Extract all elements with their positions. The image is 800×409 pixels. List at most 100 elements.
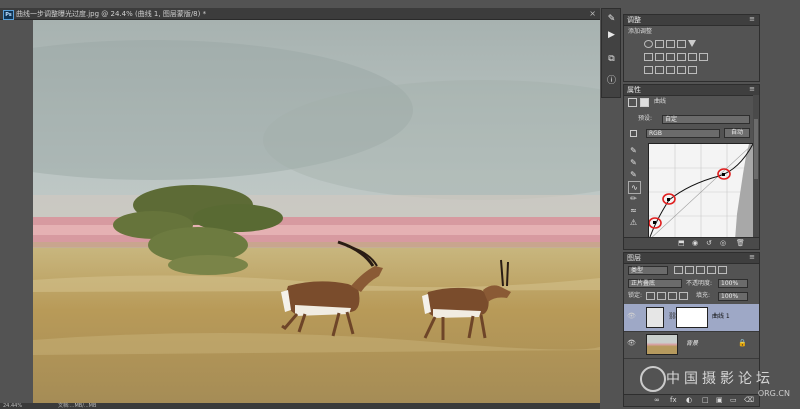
layers-comp-icon[interactable]: ⧉ [605,53,618,66]
fx-icon[interactable]: fx [670,395,677,406]
play-action-icon[interactable]: ▶ [605,29,618,42]
color-lookup-icon[interactable] [699,53,708,61]
brightness-icon[interactable] [644,40,653,48]
zoom-readout[interactable]: 24.44% [3,403,22,409]
new-adjustment-icon[interactable]: □ [702,395,709,406]
gradient-map-icon[interactable] [688,66,697,74]
link-layers-icon[interactable]: ∞ [654,395,660,406]
adjustment-icons-row-2 [644,53,710,63]
delete-icon[interactable]: 🗑 [736,238,745,249]
auto-button[interactable]: 自动 [724,128,750,138]
selective-color-icon[interactable] [677,66,686,74]
visibility-icon[interactable]: ◎ [720,238,726,249]
layer-row-background[interactable]: 👁 背景 🔒 [624,331,759,359]
properties-title: 曲线 [654,98,667,105]
preset-label: 预设: [638,115,653,122]
photo-filter-icon[interactable] [677,53,686,61]
visibility-eye-icon[interactable]: 👁 [627,339,636,347]
lock-paint-icon[interactable] [657,292,666,300]
lock-move-icon[interactable] [668,292,677,300]
channel-mixer-icon[interactable] [688,53,697,61]
curve-point-highlights[interactable] [722,173,725,176]
levels-icon[interactable] [655,40,664,48]
hue-saturation-icon[interactable] [644,53,653,61]
curve-graph-svg [649,144,753,240]
close-icon[interactable]: × [589,8,596,19]
black-white-icon[interactable] [666,53,675,61]
black-eyedropper-icon[interactable]: ✎ [628,145,639,156]
reset-icon[interactable]: ↺ [706,238,712,249]
color-balance-icon[interactable] [655,53,664,61]
filter-pixel-icon[interactable] [674,266,683,274]
posterize-icon[interactable] [655,66,664,74]
gray-eyedropper-icon[interactable]: ✎ [628,157,639,168]
properties-scrollbar[interactable] [753,95,759,249]
curve-graph[interactable] [648,143,754,241]
properties-tab-label: 属性 [627,86,641,94]
lock-icons [646,292,690,302]
layer-mask-thumbnail[interactable] [676,307,708,328]
history-icon[interactable]: ✎ [605,13,618,26]
opacity-label: 不透明度: [686,280,713,287]
watermark-url: ORG.CN [757,389,790,398]
properties-bottom-bar: ⬒ ◉ ↺ ◎ 🗑 [624,237,759,249]
curve-point-shadows[interactable] [653,221,656,224]
info-icon[interactable]: ⓘ [605,75,618,88]
opacity-input[interactable]: 100% [718,279,748,288]
background-layer-thumbnail [646,334,678,355]
channel-select[interactable]: RGB [646,129,720,138]
clipping-warning-icon[interactable]: ⚠ [628,217,639,228]
fill-input[interactable]: 100% [718,292,748,301]
mask-icon[interactable] [640,98,649,107]
view-previous-icon[interactable]: ◉ [692,238,698,249]
curve-point-midtones[interactable] [667,198,670,201]
filter-adjustment-icon[interactable] [685,266,694,274]
layer-name[interactable]: 背景 [686,339,698,349]
adjustments-tab[interactable]: 调整 ≡ [624,15,759,26]
lock-icon: 🔒 [738,339,747,347]
document-tab[interactable]: Ps 曲线一步调整曝光过度.jpg @ 24.4% (曲线 1, 图层蒙版/8)… [0,8,600,20]
pencil-draw-icon[interactable]: ✏ [628,193,639,204]
curves-icon[interactable] [666,40,675,48]
filter-shape-icon[interactable] [707,266,716,274]
vibrance-icon[interactable] [688,40,696,48]
preset-select[interactable]: 自定 [662,115,750,124]
invert-icon[interactable] [644,66,653,74]
doc-size-readout: 文档:...MB/...MB [58,403,97,409]
new-layer-icon[interactable]: ▭ [730,395,737,406]
layers-tab-label: 图层 [627,254,641,262]
panel-menu-icon[interactable]: ≡ [749,15,755,24]
panel-menu-icon[interactable]: ≡ [749,85,755,94]
fill-label: 填充: [696,292,711,299]
blend-mode-select[interactable]: 正片叠底 [628,279,682,288]
new-group-icon[interactable]: ▣ [716,395,723,406]
visibility-eye-icon[interactable]: 👁 [627,312,636,320]
add-mask-icon[interactable]: ◐ [686,395,692,406]
properties-panel: 属性 ≡ 曲线 预设: 自定 RGB 自动 ✎ ✎ ✎ ∿ ✏ ≈ ⚠ ⬒ ◉ … [623,84,760,250]
layers-tab[interactable]: 图层 ≡ [624,253,759,264]
panel-menu-icon[interactable]: ≡ [749,253,755,262]
layer-name[interactable]: 曲线 1 [712,312,730,322]
layers-panel: 图层 ≡ 类型 正片叠底 不透明度: 100% 锁定: 填充: 100% 👁 ⛓… [623,252,760,407]
white-eyedropper-icon[interactable]: ✎ [628,169,639,180]
exposure-icon[interactable] [677,40,686,48]
curves-layer-thumbnail [646,307,664,328]
adjustments-panel: 调整 ≡ 添加调整 [623,14,760,82]
filter-type-icon[interactable] [696,266,705,274]
status-bar: 24.44% 文档:...MB/...MB [0,403,600,409]
layer-filter-select[interactable]: 类型 [628,266,668,275]
curves-adjustment-icon [628,98,637,107]
image-canvas[interactable] [33,20,600,404]
filter-smart-icon[interactable] [718,266,727,274]
lock-all-icon[interactable] [679,292,688,300]
on-image-adjust-icon[interactable] [630,130,637,137]
adjustment-icons-row-3 [644,66,699,76]
clip-to-layer-icon[interactable]: ⬒ [678,238,685,249]
threshold-icon[interactable] [666,66,675,74]
delete-layer-icon[interactable]: ⌫ [744,395,754,406]
layer-row-curves[interactable]: 👁 ⛓ 曲线 1 [624,304,759,332]
properties-tab[interactable]: 属性 ≡ [624,85,759,96]
smooth-curve-icon[interactable]: ≈ [628,205,639,216]
lock-transparent-icon[interactable] [646,292,655,300]
photo-savanna-gazelles [33,20,600,404]
